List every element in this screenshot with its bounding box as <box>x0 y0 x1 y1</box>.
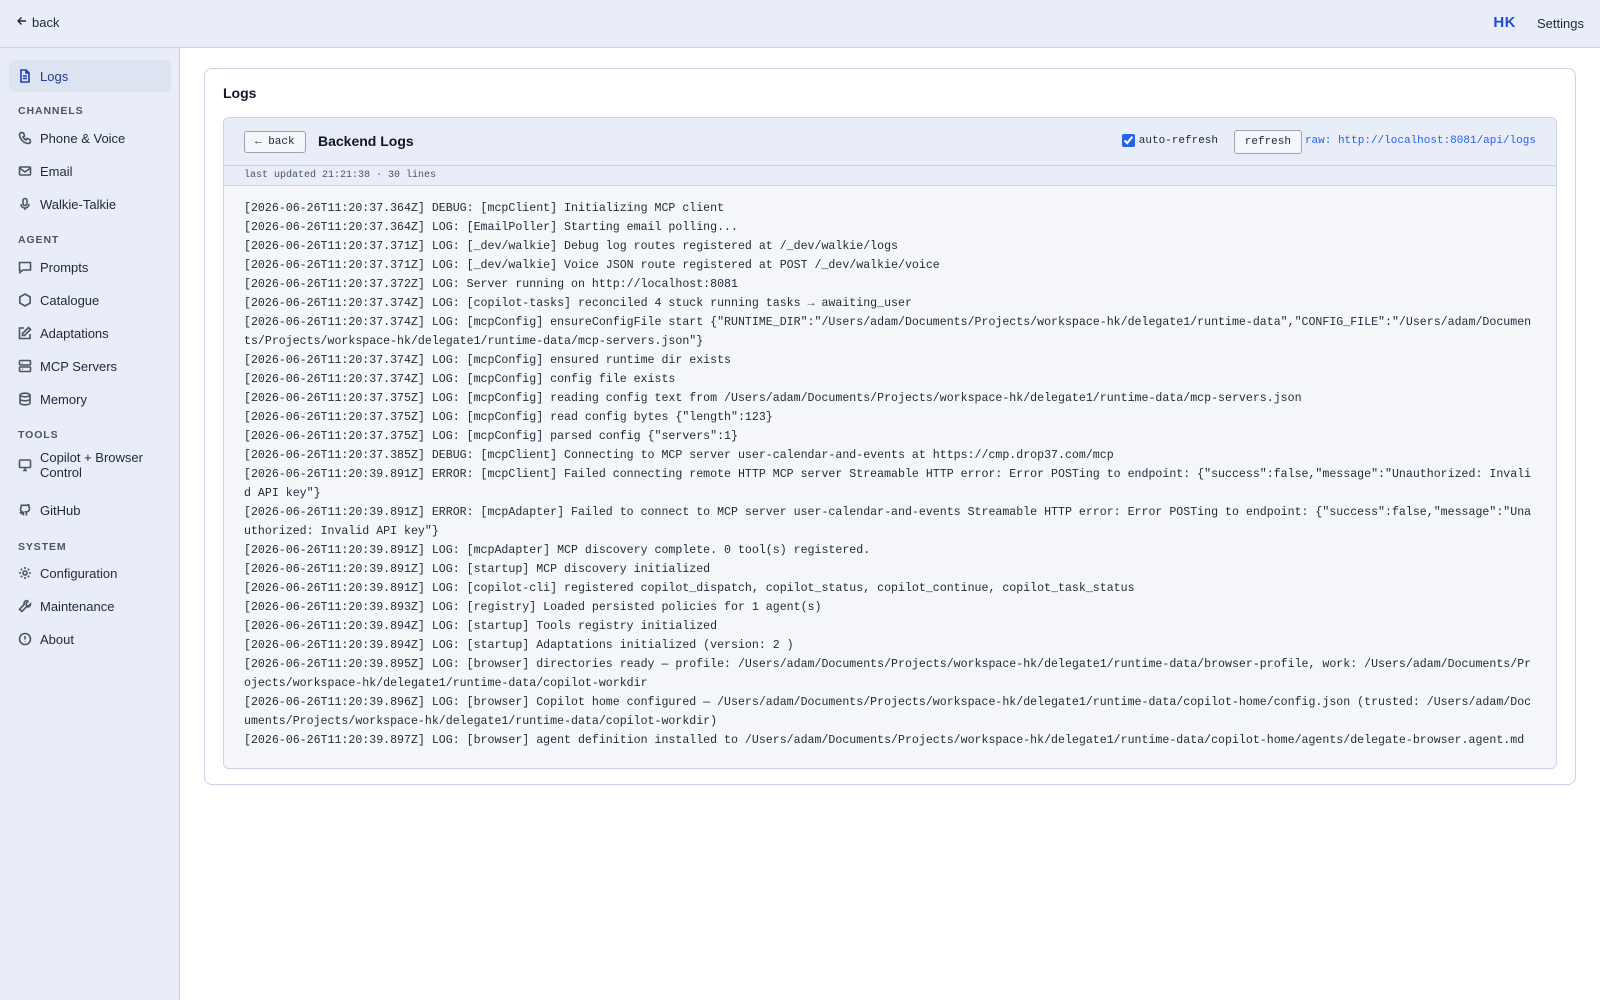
mic-icon <box>18 197 32 211</box>
section-label-agent: AGENT <box>18 234 60 246</box>
log-back-button[interactable]: ← back <box>244 131 306 153</box>
database-icon <box>18 392 32 406</box>
log-line: [2026-06-26T11:20:39.895Z] LOG: [browser… <box>244 658 1532 690</box>
sidebar-item-label: Memory <box>40 391 87 407</box>
log-line: [2026-06-26T11:20:37.364Z] DEBUG: [mcpCl… <box>244 202 725 215</box>
refresh-button[interactable]: refresh <box>1233 130 1302 154</box>
auto-refresh-checkbox[interactable] <box>1121 134 1135 147</box>
hexagon-icon <box>18 293 32 307</box>
sidebar-item-memory[interactable]: Memory <box>9 383 171 415</box>
sidebar-item-phone-voice[interactable]: Phone & Voice <box>9 122 171 154</box>
top-bar: back HK Settings <box>0 0 1600 48</box>
sidebar-item-label: Prompts <box>40 259 89 275</box>
sidebar-item-label: Catalogue <box>40 292 100 308</box>
sidebar-item-label: GitHub <box>40 502 81 518</box>
raw-logs-link[interactable]: http://localhost:8081/api/logs <box>1338 135 1536 147</box>
log-line: [2026-06-26T11:20:37.371Z] LOG: [_dev/wa… <box>244 240 898 253</box>
log-line: [2026-06-26T11:20:39.896Z] LOG: [browser… <box>244 696 1532 728</box>
sidebar-item-prompts[interactable]: Prompts <box>9 251 171 283</box>
github-icon <box>18 503 32 517</box>
log-line: [2026-06-26T11:20:37.371Z] LOG: [_dev/wa… <box>244 259 940 272</box>
top-back-link[interactable]: back <box>16 15 59 30</box>
sidebar-item-label: Walkie-Talkie <box>40 196 117 212</box>
raw-prefix: raw: <box>1304 135 1332 147</box>
log-line: [2026-06-26T11:20:37.385Z] DEBUG: [mcpCl… <box>244 449 1114 462</box>
server-icon <box>18 359 32 373</box>
sidebar-item-mcp-servers[interactable]: MCP Servers <box>9 350 171 382</box>
file-text-icon <box>18 69 32 83</box>
sidebar-item-label: Phone & Voice <box>40 130 126 146</box>
sidebar-item-github[interactable]: GitHub <box>9 494 171 526</box>
log-line: [2026-06-26T11:20:39.891Z] ERROR: [mcpCl… <box>244 468 1532 500</box>
log-line: [2026-06-26T11:20:39.897Z] LOG: [browser… <box>244 734 1525 747</box>
section-label-tools: TOOLS <box>18 429 59 441</box>
sidebar-item-walkie-talkie[interactable]: Walkie-Talkie <box>9 188 171 220</box>
log-line: [2026-06-26T11:20:39.891Z] LOG: [startup… <box>244 563 711 576</box>
log-line: [2026-06-26T11:20:39.893Z] LOG: [registr… <box>244 601 822 614</box>
log-line: [2026-06-26T11:20:37.364Z] LOG: [EmailPo… <box>244 221 738 234</box>
log-line: [2026-06-26T11:20:37.372Z] LOG: Server r… <box>244 278 738 291</box>
sidebar-item-label: Logs <box>40 68 69 84</box>
log-line: [2026-06-26T11:20:37.375Z] LOG: [mcpConf… <box>244 430 738 443</box>
sidebar-item-adaptations[interactable]: Adaptations <box>9 317 171 349</box>
info-icon <box>18 632 32 646</box>
log-line: [2026-06-26T11:20:37.374Z] LOG: [copilot… <box>244 297 912 310</box>
sidebar-item-label: Configuration <box>40 565 118 581</box>
log-line: [2026-06-26T11:20:39.894Z] LOG: [startup… <box>244 620 718 633</box>
logs-card: Logs ← back Backend Logs auto-refresh re… <box>204 68 1576 785</box>
log-line: [2026-06-26T11:20:37.374Z] LOG: [mcpConf… <box>244 316 1532 348</box>
message-icon <box>18 260 32 274</box>
sidebar-item-label: About <box>40 631 74 647</box>
wrench-icon <box>18 599 32 613</box>
raw-link-container: raw: http://localhost:8081/api/logs <box>1305 135 1536 147</box>
log-line: [2026-06-26T11:20:39.891Z] LOG: [mcpAdap… <box>244 544 871 557</box>
sidebar-item-copilot-browser[interactable]: Copilot + Browser Control <box>9 445 171 485</box>
sidebar-item-label: Copilot + Browser Control <box>40 450 143 480</box>
sidebar-item-catalogue[interactable]: Catalogue <box>9 284 171 316</box>
sidebar-item-email[interactable]: Email <box>9 155 171 187</box>
log-panel-title: Backend Logs <box>318 133 414 149</box>
log-line: [2026-06-26T11:20:39.894Z] LOG: [startup… <box>244 639 794 652</box>
sidebar-item-configuration[interactable]: Configuration <box>9 557 171 589</box>
mail-icon <box>18 164 32 178</box>
log-status-line: last updated 21:21:38 · 30 lines <box>224 166 1556 186</box>
log-line: [2026-06-26T11:20:37.374Z] LOG: [mcpConf… <box>244 354 732 367</box>
sidebar-item-maintenance[interactable]: Maintenance <box>9 590 171 622</box>
auto-refresh-toggle[interactable]: auto-refresh <box>1121 134 1218 147</box>
log-line: [2026-06-26T11:20:37.375Z] LOG: [mcpConf… <box>244 411 773 424</box>
log-panel-header: ← back Backend Logs auto-refresh refresh… <box>224 118 1556 166</box>
edit-icon <box>18 326 32 340</box>
backend-logs-panel: ← back Backend Logs auto-refresh refresh… <box>223 117 1557 769</box>
phone-icon <box>18 131 32 145</box>
arrow-left-icon <box>16 15 28 30</box>
settings-link[interactable]: Settings <box>1537 16 1584 31</box>
log-line: [2026-06-26T11:20:39.891Z] LOG: [copilot… <box>244 582 1135 595</box>
sidebar-item-about[interactable]: About <box>9 623 171 655</box>
page-title: Logs <box>223 85 257 101</box>
sidebar: Logs CHANNELS Phone & Voice Email Walkie… <box>0 48 180 1000</box>
top-back-label: back <box>32 15 60 30</box>
sidebar-item-label: MCP Servers <box>40 358 118 374</box>
sidebar-item-logs[interactable]: Logs <box>9 60 171 92</box>
brand-logo[interactable]: HK <box>1493 14 1516 31</box>
section-label-system: SYSTEM <box>18 541 67 553</box>
log-line: [2026-06-26T11:20:37.375Z] LOG: [mcpConf… <box>244 392 1302 405</box>
sidebar-item-label: Adaptations <box>40 325 109 341</box>
sidebar-item-label: Maintenance <box>40 598 115 614</box>
monitor-icon <box>18 458 32 472</box>
log-line: [2026-06-26T11:20:39.891Z] ERROR: [mcpAd… <box>244 506 1532 538</box>
auto-refresh-label: auto-refresh <box>1138 134 1218 147</box>
section-label-channels: CHANNELS <box>18 105 84 117</box>
log-line: [2026-06-26T11:20:37.374Z] LOG: [mcpConf… <box>244 373 676 386</box>
sidebar-item-label: Email <box>40 163 73 179</box>
gear-icon <box>18 566 32 580</box>
log-output[interactable]: [2026-06-26T11:20:37.364Z] DEBUG: [mcpCl… <box>224 187 1556 768</box>
